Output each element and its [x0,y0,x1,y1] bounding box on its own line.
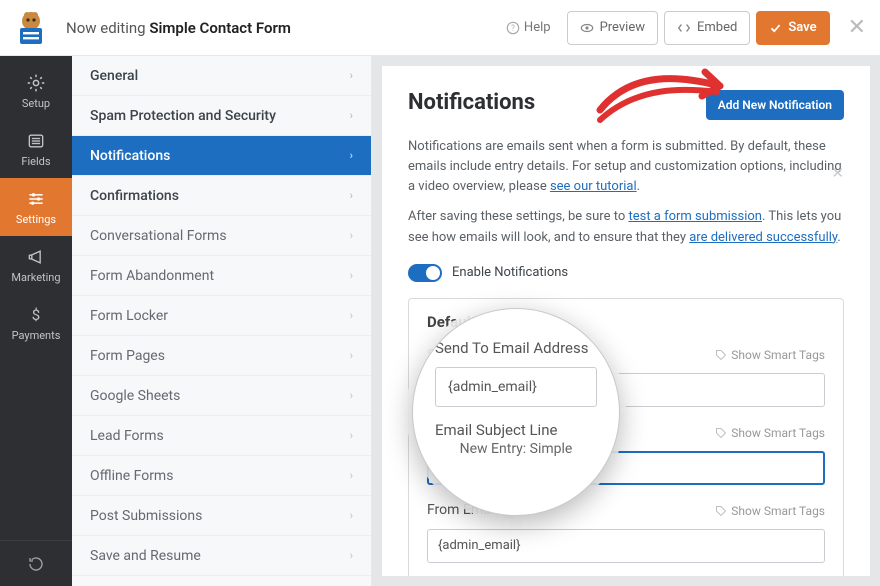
embed-button[interactable]: Embed [664,11,750,45]
close-icon[interactable]: ✕ [844,15,870,40]
smarttags-from[interactable]: Show Smart Tags [715,504,825,518]
submenu-item-label: General [90,68,138,84]
rail-setup[interactable]: Setup [0,62,72,120]
submenu-item-label: Lead Forms [90,428,164,444]
from-input[interactable] [427,529,825,563]
submenu-item-form-locker[interactable]: Form Locker › [72,296,371,336]
submenu-item-google-sheets[interactable]: Google Sheets › [72,376,371,416]
submenu-item-form-abandonment[interactable]: Form Abandonment › [72,256,371,296]
magnifier-overlay: Send To Email Address {admin_email} Emai… [412,308,620,516]
form-name: Simple Contact Form [149,19,291,37]
history-icon [27,555,45,573]
submenu-item-spam-protection-and-security[interactable]: Spam Protection and Security › [72,96,371,136]
delivery-link[interactable]: are delivered successfully [689,230,837,245]
chevron-right-icon: › [350,349,353,362]
tag-icon [715,505,727,517]
submenu-item-label: Spam Protection and Security [90,108,276,124]
submenu-item-label: Form Pages [90,348,165,364]
submenu-item-post-submissions[interactable]: Post Submissions › [72,496,371,536]
chevron-right-icon: › [350,69,353,82]
submenu-item-label: Notifications [90,148,170,164]
lens-sendto-label: Send To Email Address [435,339,597,357]
submenu-item-label: Google Sheets [90,388,180,404]
wpforms-logo [10,7,52,49]
chevron-right-icon: › [350,429,353,442]
tag-icon [715,427,727,439]
smarttags-sendto[interactable]: Show Smart Tags [715,348,825,362]
top-header: Now editing Simple Contact Form ? Help P… [0,0,880,56]
megaphone-icon [26,247,46,267]
submenu-item-general[interactable]: General › [72,56,371,96]
rail-history[interactable] [0,540,72,586]
submenu-item-label: Offline Forms [90,468,173,484]
tag-icon [715,349,727,361]
rail-fields[interactable]: Fields [0,120,72,178]
tutorial-link[interactable]: see our tutorial [550,179,637,194]
settings-panel: Notifications Add New Notification ✕ Not… [372,56,880,586]
chevron-right-icon: › [350,229,353,242]
dollar-icon: $ [26,305,46,325]
add-notification-button[interactable]: Add New Notification [706,90,844,120]
settings-submenu: General›Spam Protection and Security›Not… [72,56,372,586]
rail-payments[interactable]: $ Payments [0,294,72,352]
sliders-icon [26,189,46,209]
rail-marketing[interactable]: Marketing [0,236,72,294]
submenu-item-form-pages[interactable]: Form Pages › [72,336,371,376]
notifications-card: Notifications Add New Notification ✕ Not… [382,66,870,576]
submenu-item-label: Form Abandonment [90,268,214,284]
save-button[interactable]: Save [756,11,829,45]
enable-notifications-toggle[interactable] [408,264,442,282]
submenu-item-label: Save and Resume [90,548,201,564]
help-link[interactable]: ? Help [506,20,551,35]
preview-button[interactable]: Preview [567,11,658,45]
svg-text:$: $ [32,306,40,324]
editing-label: Now editing Simple Contact Form [66,19,291,37]
left-rail: Setup Fields Settings Marketing $ Paymen… [0,56,72,586]
submenu-item-label: Confirmations [90,188,179,204]
chevron-right-icon: › [350,309,353,322]
submenu-item-label: Form Locker [90,308,168,324]
smarttags-subject[interactable]: Show Smart Tags [715,426,825,440]
submenu-item-label: Post Submissions [90,508,202,524]
chevron-right-icon: › [350,509,353,522]
chevron-right-icon: › [350,149,353,162]
chevron-right-icon: › [350,389,353,402]
enable-notifications-label: Enable Notifications [452,265,568,280]
chevron-right-icon: › [350,189,353,202]
list-icon [26,131,46,151]
submenu-item-confirmations[interactable]: Confirmations › [72,176,371,216]
gear-icon [26,73,46,93]
submenu-item-offline-forms[interactable]: Offline Forms › [72,456,371,496]
rail-settings[interactable]: Settings [0,178,72,236]
svg-text:?: ? [511,23,515,32]
submenu-item-lead-forms[interactable]: Lead Forms › [72,416,371,456]
submenu-item-notifications[interactable]: Notifications › [72,136,371,176]
chevron-right-icon: › [350,109,353,122]
lens-subject-peek: New Entry: Simple [435,441,597,457]
submenu-item-save-and-resume[interactable]: Save and Resume › [72,536,371,576]
test-submission-link[interactable]: test a form submission [628,209,762,224]
chevron-right-icon: › [350,269,353,282]
submenu-item-label: Conversational Forms [90,228,227,244]
submenu-item-conversational-forms[interactable]: Conversational Forms › [72,216,371,256]
intro-paragraph-2: After saving these settings, be sure to … [408,207,844,247]
dismiss-intro-icon[interactable]: ✕ [831,164,844,182]
lens-subject-label: Email Subject Line [435,421,597,439]
lens-sendto-value: {admin_email} [435,367,597,407]
chevron-right-icon: › [350,549,353,562]
chevron-right-icon: › [350,469,353,482]
intro-paragraph-1: Notifications are emails sent when a for… [408,137,844,197]
